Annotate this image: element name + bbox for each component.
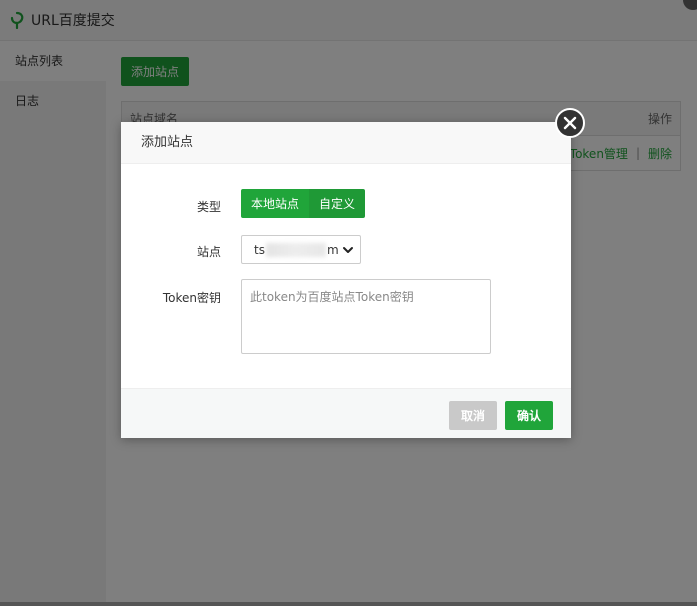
- site-label: 站点: [196, 245, 221, 259]
- add-site-dialog: 添加站点 类型 本地站点 自定义 站点 ts m Token密钥 取消 确认: [121, 108, 585, 438]
- token-label: Token密钥: [162, 291, 221, 305]
- type-toggle-group: 本地站点 自定义: [241, 189, 366, 218]
- site-value-prefix: ts: [254, 242, 265, 257]
- type-local-site-button[interactable]: 本地站点: [241, 189, 310, 218]
- type-custom-button[interactable]: 自定义: [309, 189, 366, 218]
- cancel-button[interactable]: 取消: [449, 401, 497, 430]
- close-icon[interactable]: [555, 108, 585, 138]
- type-label: 类型: [196, 200, 221, 214]
- dialog-title: 添加站点: [121, 122, 571, 164]
- redacted-blur: [265, 242, 326, 257]
- confirm-button[interactable]: 确认: [505, 401, 553, 430]
- dialog-footer: 取消 确认: [121, 388, 571, 438]
- token-input[interactable]: [241, 279, 491, 354]
- site-value-suffix: m: [326, 242, 339, 257]
- chevron-down-icon: [342, 244, 354, 256]
- bottom-strip: [0, 602, 697, 606]
- site-select[interactable]: ts m: [241, 235, 361, 264]
